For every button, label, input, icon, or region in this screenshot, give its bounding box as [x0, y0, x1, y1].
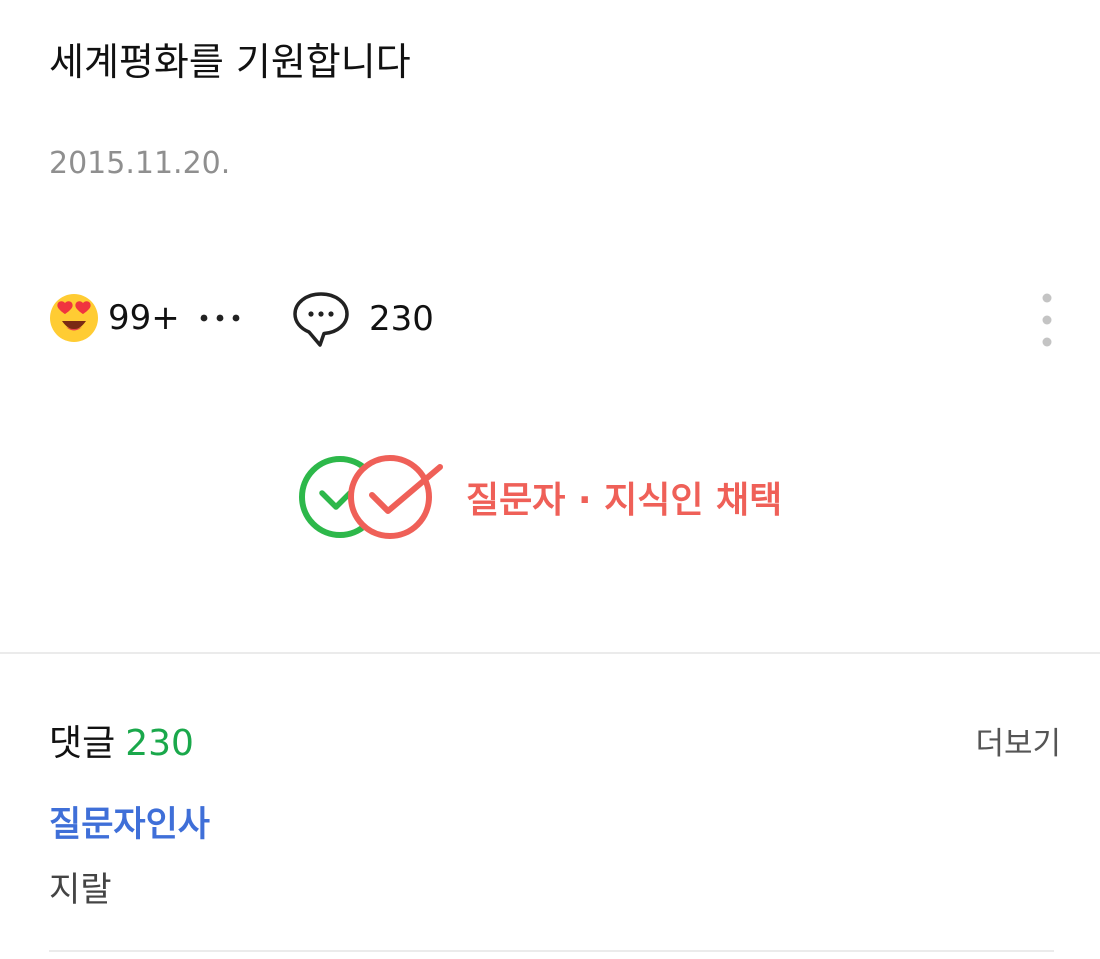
- comment-count-button[interactable]: 230: [291, 290, 434, 348]
- double-check-circle-icon: [299, 455, 443, 539]
- post-detail-page: 세계평화를 기원합니다 2015.11.20. 99+ 230 질문자 · 지식…: [0, 0, 1100, 959]
- comment-count: 230: [369, 299, 434, 339]
- comments-count: 230: [125, 723, 194, 764]
- more-reactions-button[interactable]: [195, 290, 245, 346]
- reaction-count: 99+: [108, 298, 180, 338]
- comment-divider: [49, 950, 1054, 952]
- comment-author[interactable]: 질문자인사: [49, 801, 210, 849]
- speech-bubble-icon: [293, 292, 349, 347]
- section-divider: [0, 652, 1100, 654]
- more-vertical-icon[interactable]: [1035, 290, 1059, 350]
- more-horizontal-icon: [200, 314, 240, 322]
- post-title: 세계평화를 기원합니다: [49, 40, 411, 84]
- adoption-badge-label: 질문자 · 지식인 채택: [466, 480, 783, 521]
- adoption-badge: 질문자 · 지식인 채택: [298, 453, 782, 541]
- reaction-button[interactable]: 99+: [49, 290, 180, 346]
- post-date: 2015.11.20.: [49, 146, 231, 181]
- comments-label: 댓글: [49, 723, 116, 764]
- heart-eyes-emoji-icon: [50, 294, 98, 342]
- comments-title: 댓글 230: [49, 718, 194, 770]
- reaction-bar: 99+ 230: [49, 290, 1059, 348]
- comment-text: 지랄: [49, 870, 112, 910]
- see-more-link[interactable]: 더보기: [975, 722, 1061, 766]
- comments-header: 댓글 230 더보기: [49, 718, 1061, 770]
